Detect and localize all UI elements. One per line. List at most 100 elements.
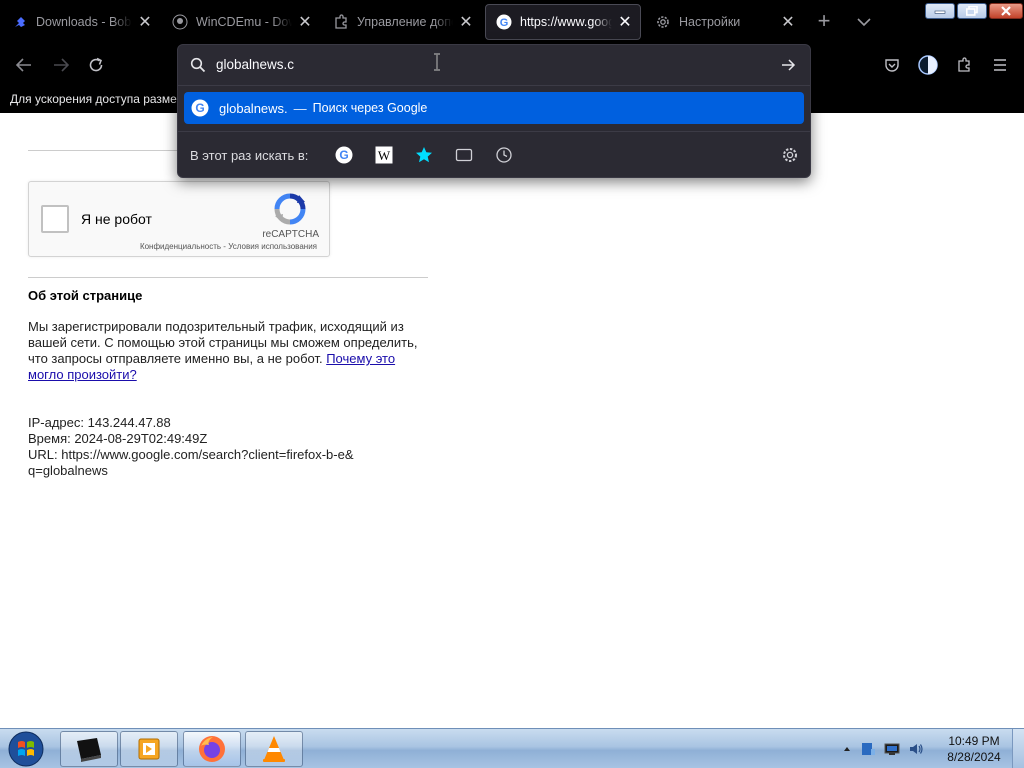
wikipedia-icon: W [375,146,393,164]
menu-button[interactable] [989,54,1011,76]
taskbar-terminal[interactable] [60,731,118,767]
svg-text:G: G [339,148,348,162]
recaptcha-checkbox[interactable] [41,205,69,233]
terminal-icon [77,738,101,762]
tab-google[interactable]: G https://www.googl ✕ [485,4,641,40]
back-arrow-icon [15,58,31,72]
bookmarks-search-button[interactable] [413,144,435,166]
tab-addons[interactable]: Управление допо ✕ [323,4,481,40]
tab-label: https://www.googl [520,15,612,29]
account-icon [918,55,938,75]
pocket-button[interactable] [881,54,903,76]
tab-downloads[interactable]: Downloads - Bob P ✕ [2,4,160,40]
urlbar-input[interactable]: globalnews.c [216,57,294,72]
account-button[interactable] [917,54,939,76]
google-engine-button[interactable]: G [333,144,355,166]
close-window-button[interactable] [989,3,1023,19]
hamburger-menu-icon [994,59,1006,71]
recaptcha-widget: Я не робот reCAPTCHA Конфиденциальность … [28,181,330,257]
divider [28,277,428,278]
bookmarks-star-icon [416,147,432,163]
network-icon[interactable] [884,741,900,757]
history-clock-icon [496,147,512,163]
google-icon: G [335,146,353,164]
media-player-icon [138,738,160,760]
wikipedia-engine-button[interactable]: W [373,144,395,166]
divider [178,131,810,132]
urlbar-input-row[interactable]: globalnews.c [178,45,810,85]
tab-wincdemu[interactable]: WinCDEmu - Down ✕ [162,4,320,40]
tab-label: Управление допо [357,15,453,29]
close-icon[interactable]: ✕ [457,13,475,31]
recaptcha-links[interactable]: Конфиденциальность - Условия использован… [140,242,317,251]
close-icon[interactable]: ✕ [296,13,314,31]
text-cursor-icon [432,53,442,71]
arrow-right-icon [782,59,796,71]
pocket-icon [885,59,899,72]
vlc-icon [263,736,285,762]
close-icon[interactable]: ✕ [136,13,154,31]
restore-button[interactable] [957,3,987,19]
close-icon[interactable]: ✕ [616,13,634,31]
taskbar: 10:49 PM 8/28/2024 [0,728,1024,768]
clock-time: 10:49 PM [948,734,1000,748]
taskbar-media-player[interactable] [120,731,178,767]
windows-logo-icon [8,731,44,767]
recaptcha-brand: reCAPTCHA [262,229,319,240]
suggestion-text: globalnews. [219,100,288,116]
search-icon [190,57,206,73]
timestamp: Время: 2024-08-29T02:49:49Z [28,431,208,446]
about-paragraph: Мы зарегистрировали подозрительный трафи… [28,319,428,383]
recaptcha-label: Я не робот [81,211,152,227]
history-search-button[interactable] [493,144,515,166]
new-tab-button[interactable]: + [812,10,836,34]
window-controls [925,3,1023,19]
tabs-icon [455,148,473,162]
tabs-search-button[interactable] [453,144,475,166]
firefox-icon [199,736,225,762]
chevron-down-icon [857,18,871,27]
system-tray [842,735,924,763]
one-off-search-bar: В этот раз искать в: G W [178,135,810,175]
forward-button[interactable] [50,54,72,76]
taskbar-vlc[interactable] [245,731,303,767]
divider [178,85,810,86]
about-heading: Об этой странице [28,288,143,303]
taskbar-firefox[interactable] [183,731,241,767]
github-icon [172,14,188,30]
one-off-label: В этот раз искать в: [190,148,309,163]
go-button[interactable] [780,57,796,73]
forward-arrow-icon [54,58,70,72]
reload-icon [89,57,103,72]
chevron-up-icon[interactable] [842,744,852,754]
request-info: IP-адрес: 143.244.47.88 Время: 2024-08-2… [28,415,388,479]
tab-settings[interactable]: Настройки ✕ [645,4,803,40]
suggestion-dash: — [293,100,307,116]
urlbar-panel: globalnews.c G globalnews. — Поиск через… [177,44,811,178]
taskbar-clock[interactable]: 10:49 PM 8/28/2024 [944,733,1004,765]
gear-icon [783,148,797,162]
tab-label: Downloads - Bob P [36,15,132,29]
close-icon[interactable]: ✕ [779,13,797,31]
back-button[interactable] [13,54,35,76]
show-desktop-button[interactable] [1012,729,1024,768]
svg-text:G: G [195,101,204,115]
ip-address: IP-адрес: 143.244.47.88 [28,415,171,430]
extensions-button[interactable] [953,54,975,76]
google-icon: G [496,14,512,30]
volume-icon[interactable] [908,741,924,757]
start-button[interactable] [4,730,48,768]
search-settings-button[interactable] [779,144,801,166]
gear-icon [655,14,671,30]
recaptcha-logo-icon [273,192,307,226]
puzzle-icon [958,57,970,72]
tab-list-button[interactable] [852,10,876,34]
tab-label: WinCDEmu - Down [196,15,292,29]
suggestion-action: Поиск через Google [312,101,428,115]
minimize-button[interactable] [925,3,955,19]
tab-label: Настройки [679,15,741,29]
search-suggestion[interactable]: G globalnews. — Поиск через Google [184,92,804,124]
action-center-icon[interactable] [860,741,876,757]
reload-button[interactable] [85,54,107,76]
svg-text:W: W [378,148,391,163]
